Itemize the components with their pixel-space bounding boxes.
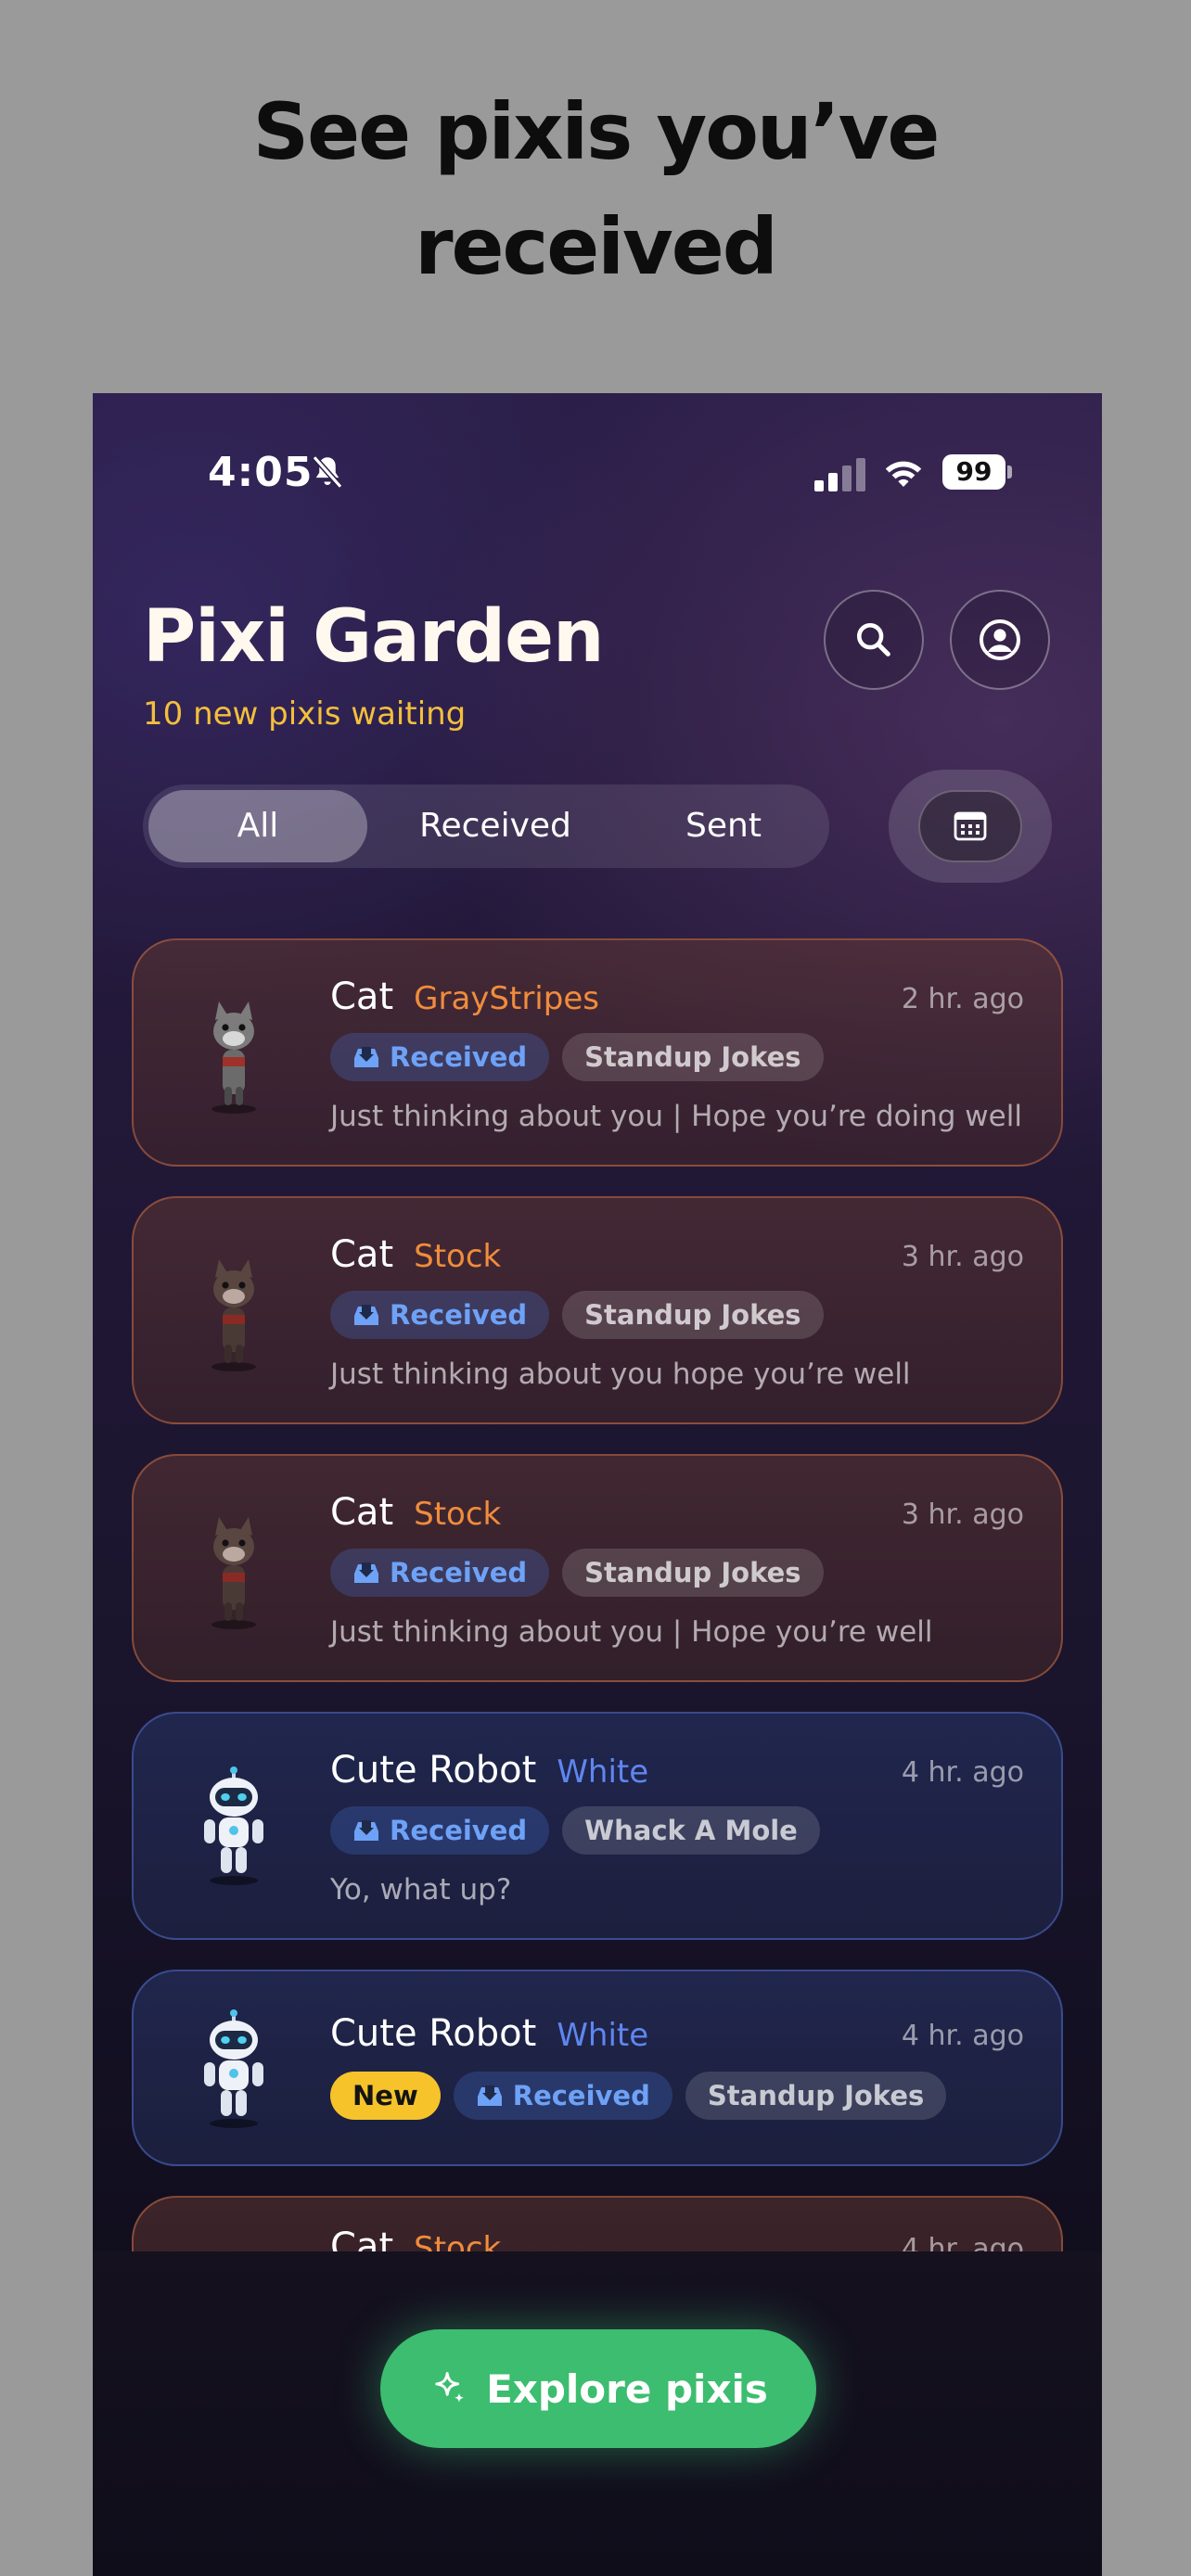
game-tag: Standup Jokes (562, 1033, 824, 1081)
pixi-card[interactable]: Cat Stock 3 hr. ago Received Standup Joke… (132, 1454, 1063, 1682)
calendar-button[interactable] (889, 770, 1052, 883)
pixi-name: Cat (330, 976, 394, 1018)
status-time: 4:05 (208, 449, 314, 496)
filter-sent[interactable]: Sent (614, 790, 833, 862)
pixi-message: Just thinking about you | Hope you’re we… (330, 1615, 933, 1649)
pixi-variant: White (557, 2017, 649, 2054)
pixi-title: Cute Robot White (330, 1749, 648, 1792)
pixi-time: 4 hr. ago (901, 2233, 1024, 2253)
pixi-variant: Stock (414, 2230, 502, 2253)
pixi-message: Just thinking about you | Hope you’re do… (330, 1100, 1022, 1133)
pixi-message: Just thinking about you hope you’re well (330, 1358, 911, 1391)
pixi-card[interactable]: Cat Stock 4 hr. ago (132, 2196, 1063, 2253)
explore-pixis-label: Explore pixis (486, 2366, 768, 2412)
pixi-tags: Received Whack A Mole (330, 1806, 820, 1855)
pixi-title: Cat Stock (330, 1491, 501, 1534)
headline-line-2: received (415, 201, 778, 292)
calendar-button-inner (918, 790, 1022, 862)
received-tag-label: Received (390, 1815, 528, 1846)
pixi-title: Cat Stock (330, 1233, 501, 1276)
game-tag: Standup Jokes (685, 2072, 947, 2120)
filter-received[interactable]: Received (386, 790, 605, 862)
bell-slash-icon (312, 455, 343, 489)
calendar-icon (954, 811, 987, 841)
pixi-tags: New Received Standup Jokes (330, 2072, 947, 2120)
pixi-name: Cat (330, 2225, 394, 2253)
pixi-variant: Stock (414, 1496, 502, 1533)
inbox-icon (354, 1820, 378, 1841)
received-tag: Received (330, 1033, 550, 1081)
waiting-count: 10 new pixis waiting (143, 695, 467, 733)
pixi-title: Cat Stock (330, 2225, 501, 2253)
new-badge: New (330, 2072, 441, 2120)
received-tag-label: Received (390, 1299, 528, 1331)
pixi-tags: Received Standup Jokes (330, 1033, 824, 1081)
pixi-message: Yo, what up? (330, 1873, 512, 1906)
pixi-title: Cute Robot White (330, 2012, 648, 2055)
inbox-icon (354, 1562, 378, 1583)
pixi-card[interactable]: Cat GrayStripes 2 hr. ago Received Standu… (132, 938, 1063, 1167)
filter-all[interactable]: All (148, 790, 367, 862)
received-tag-label: Received (390, 1041, 528, 1073)
page-headline: See pixis you’ve received (0, 74, 1191, 304)
pixi-time: 3 hr. ago (901, 1241, 1024, 1273)
pixi-tags: Received Standup Jokes (330, 1549, 824, 1597)
pixi-name: Cute Robot (330, 2012, 537, 2055)
pixi-name: Cat (330, 1233, 394, 1276)
inbox-icon (354, 1047, 378, 1067)
game-tag: Standup Jokes (562, 1291, 824, 1339)
game-tag: Whack A Mole (562, 1806, 820, 1855)
pixi-time: 3 hr. ago (901, 1498, 1024, 1531)
pixi-list: Cat GrayStripes 2 hr. ago Received Standu… (132, 938, 1063, 2253)
received-tag: Received (330, 1291, 550, 1339)
app-title: Pixi Garden (143, 595, 604, 679)
person-circle-icon (980, 619, 1020, 660)
pixi-tags: Received Standup Jokes (330, 1291, 824, 1339)
wifi-icon (885, 461, 922, 487)
search-button[interactable] (824, 590, 924, 690)
cat-avatar-icon (211, 1517, 256, 1629)
sparkle-icon (435, 2372, 465, 2403)
inbox-icon (477, 2085, 502, 2106)
battery-level: 99 (942, 454, 1005, 490)
pixi-time: 2 hr. ago (901, 983, 1024, 1015)
cat-avatar-icon (211, 1259, 256, 1371)
battery-tip (1007, 465, 1012, 478)
pixi-card[interactable]: Cat Stock 3 hr. ago Received Standup Joke… (132, 1196, 1063, 1424)
received-tag-label: Received (512, 2080, 650, 2111)
signal-icon (814, 458, 865, 491)
inbox-icon (354, 1305, 378, 1325)
pixi-title: Cat GrayStripes (330, 976, 599, 1018)
pixi-name: Cute Robot (330, 1749, 537, 1792)
received-tag: Received (330, 1549, 550, 1597)
pixi-time: 4 hr. ago (901, 1756, 1024, 1789)
robot-avatar-icon (204, 2009, 263, 2128)
received-tag: Received (330, 1806, 550, 1855)
phone-screen: 4:05 99 Pixi Garden 10 new pixis waiting (93, 393, 1102, 2576)
battery-indicator: 99 (942, 454, 1012, 490)
search-icon (856, 622, 890, 657)
pixi-variant: Stock (414, 1238, 502, 1275)
pixi-card[interactable]: Cute Robot White 4 hr. ago Received Whack… (132, 1712, 1063, 1940)
profile-button[interactable] (950, 590, 1050, 690)
pixi-variant: White (557, 1753, 649, 1791)
cat-avatar-icon (211, 1001, 256, 1114)
pixi-card[interactable]: Cute Robot White 4 hr. ago New Received S… (132, 1970, 1063, 2166)
game-tag: Standup Jokes (562, 1549, 824, 1597)
filter-segmented-control: All Received Sent (143, 784, 829, 868)
received-tag: Received (453, 2072, 672, 2120)
pixi-time: 4 hr. ago (901, 2020, 1024, 2052)
headline-line-1: See pixis you’ve (252, 86, 941, 177)
explore-pixis-button[interactable]: Explore pixis (380, 2329, 816, 2448)
robot-avatar-icon (204, 1766, 263, 1885)
pixi-variant: GrayStripes (414, 980, 599, 1017)
pixi-name: Cat (330, 1491, 394, 1534)
received-tag-label: Received (390, 1557, 528, 1588)
